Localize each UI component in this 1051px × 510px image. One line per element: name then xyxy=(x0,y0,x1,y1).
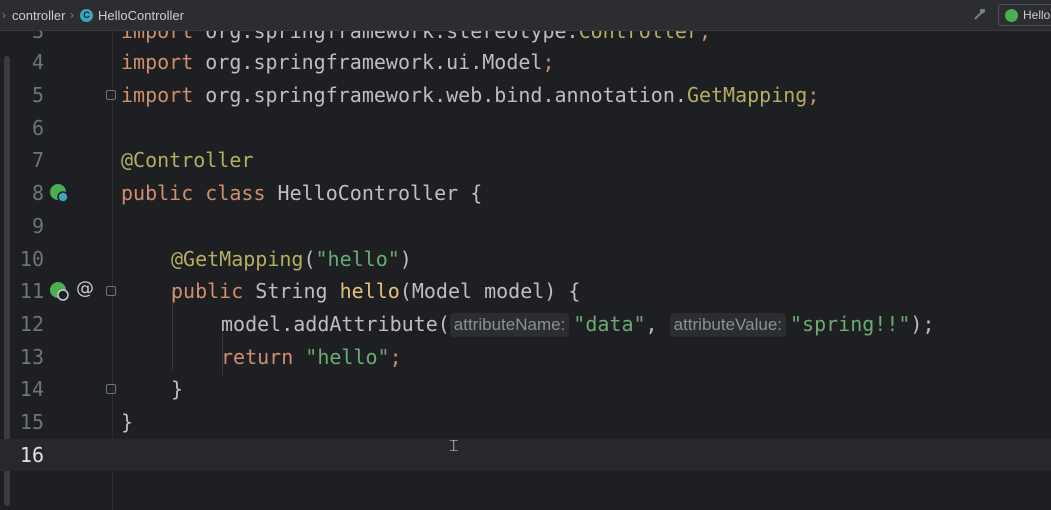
code-text: return "hello"; xyxy=(221,345,402,369)
parameter-hint: attributeValue: xyxy=(669,313,786,337)
line-number: 5 xyxy=(31,83,44,107)
code-text: @GetMapping("hello") xyxy=(171,247,412,271)
code-line: 5 import org.springframework.web.bind.an… xyxy=(0,79,1051,111)
run-configuration-label: Hello xyxy=(1023,8,1051,22)
code-line: 4 import org.springframework.ui.Model; xyxy=(0,46,1051,78)
code-line: 14 } xyxy=(0,373,1051,405)
code-text: } xyxy=(171,377,184,401)
line-number: 10 xyxy=(19,247,44,271)
line-number: 14 xyxy=(19,377,44,401)
code-text: } xyxy=(121,410,134,434)
code-text: import org.springframework.stereotype.Co… xyxy=(121,31,712,43)
fold-marker-icon[interactable] xyxy=(106,384,116,394)
code-line: 9 xyxy=(0,210,1051,242)
line-number: 4 xyxy=(31,50,44,74)
text-cursor-ibeam-icon: ⌶ xyxy=(449,436,459,455)
line-number: 6 xyxy=(31,116,44,140)
code-line: 13 return "hello"; xyxy=(0,341,1051,373)
run-configuration-selector[interactable]: Hello xyxy=(998,4,1051,26)
line-number: 3 xyxy=(31,31,44,43)
breadcrumb-item-package[interactable]: controller xyxy=(12,8,65,23)
code-line: 6 xyxy=(0,112,1051,144)
class-icon: C xyxy=(80,9,93,22)
code-text: model.addAttribute(attributeName: "data",… xyxy=(221,312,935,337)
code-text: import org.springframework.web.bind.anno… xyxy=(121,83,820,107)
line-number: 15 xyxy=(19,410,44,434)
code-text: public class HelloController { xyxy=(121,181,483,205)
code-text: @Controller xyxy=(121,148,254,172)
line-number: 9 xyxy=(31,214,44,238)
code-text: public String hello(Model model) { xyxy=(171,279,581,303)
line-number: 11 xyxy=(19,279,44,303)
request-mapping-gutter-icon[interactable] xyxy=(49,281,69,301)
code-line: 8 public class HelloController { xyxy=(0,177,1051,209)
code-line: 11 @ public String hello(Model model) { xyxy=(0,275,1051,307)
code-line: 15 } xyxy=(0,406,1051,438)
code-line: 7 @Controller xyxy=(0,144,1051,176)
code-line-current: 16 xyxy=(0,439,1051,471)
spring-boot-icon xyxy=(1005,9,1018,22)
line-number-active: 16 xyxy=(19,443,44,467)
endpoint-at-icon[interactable]: @ xyxy=(76,278,94,299)
code-line: 3 import org.springframework.stereotype.… xyxy=(0,31,1051,47)
spring-bean-gutter-icon[interactable] xyxy=(49,183,69,203)
breadcrumb-separator: › xyxy=(2,8,6,22)
line-number: 12 xyxy=(19,312,44,336)
fold-marker-icon[interactable] xyxy=(106,90,116,100)
line-number: 7 xyxy=(31,148,44,172)
breadcrumb-item-class[interactable]: HelloController xyxy=(98,8,184,23)
code-editor[interactable]: 3 import org.springframework.stereotype.… xyxy=(0,31,1051,510)
parameter-hint: attributeName: xyxy=(449,313,570,337)
line-number: 8 xyxy=(31,181,44,205)
breadcrumb-separator: › xyxy=(70,8,74,22)
breadcrumb-bar: › controller › C HelloController Hello xyxy=(0,0,1051,31)
code-line: 10 @GetMapping("hello") xyxy=(0,243,1051,275)
code-text: import org.springframework.ui.Model; xyxy=(121,50,555,74)
code-line: 12 model.addAttribute(attributeName: "dat… xyxy=(0,308,1051,340)
build-hammer-icon[interactable] xyxy=(972,6,988,22)
line-number: 13 xyxy=(19,345,44,369)
fold-marker-icon[interactable] xyxy=(106,286,116,296)
